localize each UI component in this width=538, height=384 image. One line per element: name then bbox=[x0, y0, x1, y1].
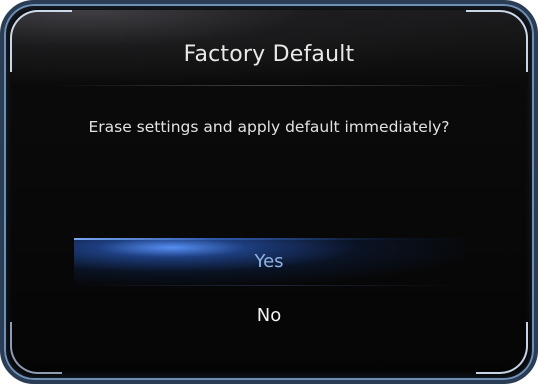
yes-option[interactable]: Yes bbox=[74, 238, 464, 286]
frame-corner-highlight bbox=[10, 322, 62, 374]
frame-corner-highlight bbox=[476, 322, 528, 374]
dialog-window: Factory Default Erase settings and apply… bbox=[0, 0, 538, 384]
no-option-label: No bbox=[256, 305, 282, 326]
dialog-title: Factory Default bbox=[183, 42, 355, 67]
selection-highlight bbox=[74, 238, 464, 240]
yes-option-label: Yes bbox=[254, 251, 284, 272]
title-divider bbox=[44, 85, 494, 86]
no-option[interactable]: No bbox=[74, 292, 464, 340]
option-divider bbox=[74, 285, 464, 286]
dialog-message: Erase settings and apply default immedia… bbox=[88, 118, 450, 136]
